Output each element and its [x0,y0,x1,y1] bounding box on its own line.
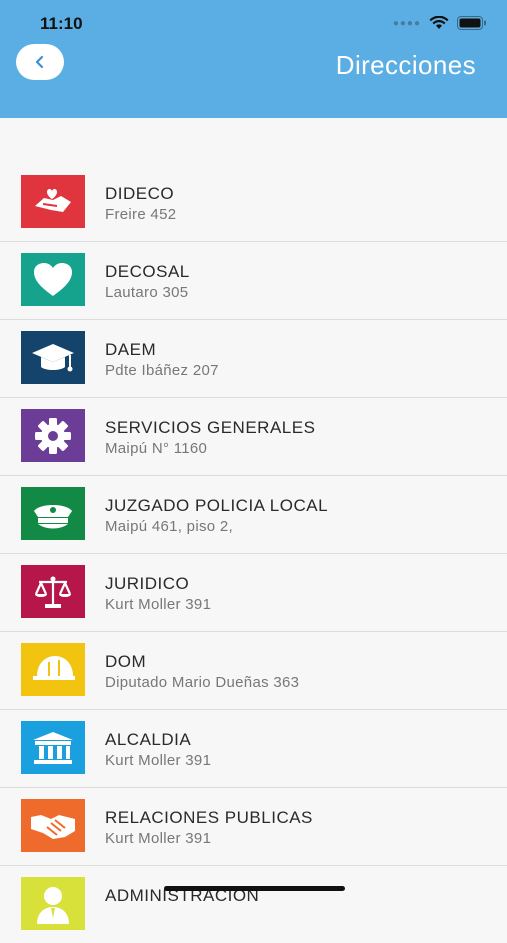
hands-heart-icon [35,188,71,212]
item-address: Pdte Ibáñez 207 [105,362,219,379]
item-icon-tile [21,721,85,774]
handshake-icon [31,814,75,839]
list-item-dideco[interactable]: DIDECO Freire 452 [0,164,507,242]
item-title: JUZGADO POLICIA LOCAL [105,496,329,515]
list-item-servicios-generales[interactable]: SERVICIOS GENERALES Maipú N° 1160 [0,398,507,476]
item-address: Freire 452 [105,206,177,223]
person-icon [37,886,69,924]
back-button[interactable] [16,44,64,80]
item-title: DECOSAL [105,262,190,281]
item-address: Kurt Moller 391 [105,752,212,769]
item-icon-tile [21,877,85,930]
list-item-dom[interactable]: DOM Diputado Mario Dueñas 363 [0,632,507,710]
list-item-juridico[interactable]: JURIDICO Kurt Moller 391 [0,554,507,632]
list-item-administracion[interactable]: ADMINISTRACION [0,866,507,943]
item-address: Maipú N° 1160 [105,440,208,457]
list-item-daem[interactable]: DAEM Pdte Ibáñez 207 [0,320,507,398]
list-item-juzgado-policia-local[interactable]: JUZGADO POLICIA LOCAL Maipú 461, piso 2, [0,476,507,554]
chevron-left-icon [35,55,44,69]
item-address: Diputado Mario Dueñas 363 [105,674,300,691]
item-icon-tile [21,487,85,540]
item-title: RELACIONES PUBLICAS [105,808,313,827]
item-address: Kurt Moller 391 [105,830,212,847]
page-title: Direcciones [335,50,476,80]
list-item-decosal[interactable]: DECOSAL Lautaro 305 [0,242,507,320]
item-icon-tile [21,409,85,462]
item-title: JURIDICO [105,574,190,593]
item-title: DOM [105,652,147,671]
gear-icon [35,417,71,454]
item-title: SERVICIOS GENERALES [105,418,316,437]
item-address: Kurt Moller 391 [105,596,212,613]
status-icons: ●●●● [393,16,487,30]
item-address: Maipú 461, piso 2, [105,518,233,535]
item-title: DIDECO [105,184,175,203]
list-item-alcaldia[interactable]: ALCALDIA Kurt Moller 391 [0,710,507,788]
item-icon-tile [21,565,85,618]
battery-icon [457,16,486,30]
heart-icon [34,262,72,296]
item-address: Lautaro 305 [105,284,189,301]
hard-hat-icon [33,655,75,680]
item-icon-tile [21,643,85,696]
wifi-icon [429,16,449,29]
graduation-cap-icon [32,343,74,371]
item-icon-tile [21,253,85,306]
item-icon-tile [21,799,85,852]
directions-list: DIDECO Freire 452 DECOSAL Lautaro 305 DA… [0,164,507,943]
police-cap-icon [34,504,72,528]
government-building-icon [33,731,73,764]
item-icon-tile [21,331,85,384]
status-time: 11:10 [40,14,83,33]
home-indicator [164,886,345,891]
scales-icon [34,576,72,608]
list-item-relaciones-publicas[interactable]: RELACIONES PUBLICAS Kurt Moller 391 [0,788,507,866]
item-title: DAEM [105,340,157,359]
item-icon-tile [21,175,85,228]
item-title: ALCALDIA [105,730,192,749]
navigation-header: 11:10 ●●●● Direcciones [0,0,507,118]
signal-icon: ●●●● [392,17,421,29]
